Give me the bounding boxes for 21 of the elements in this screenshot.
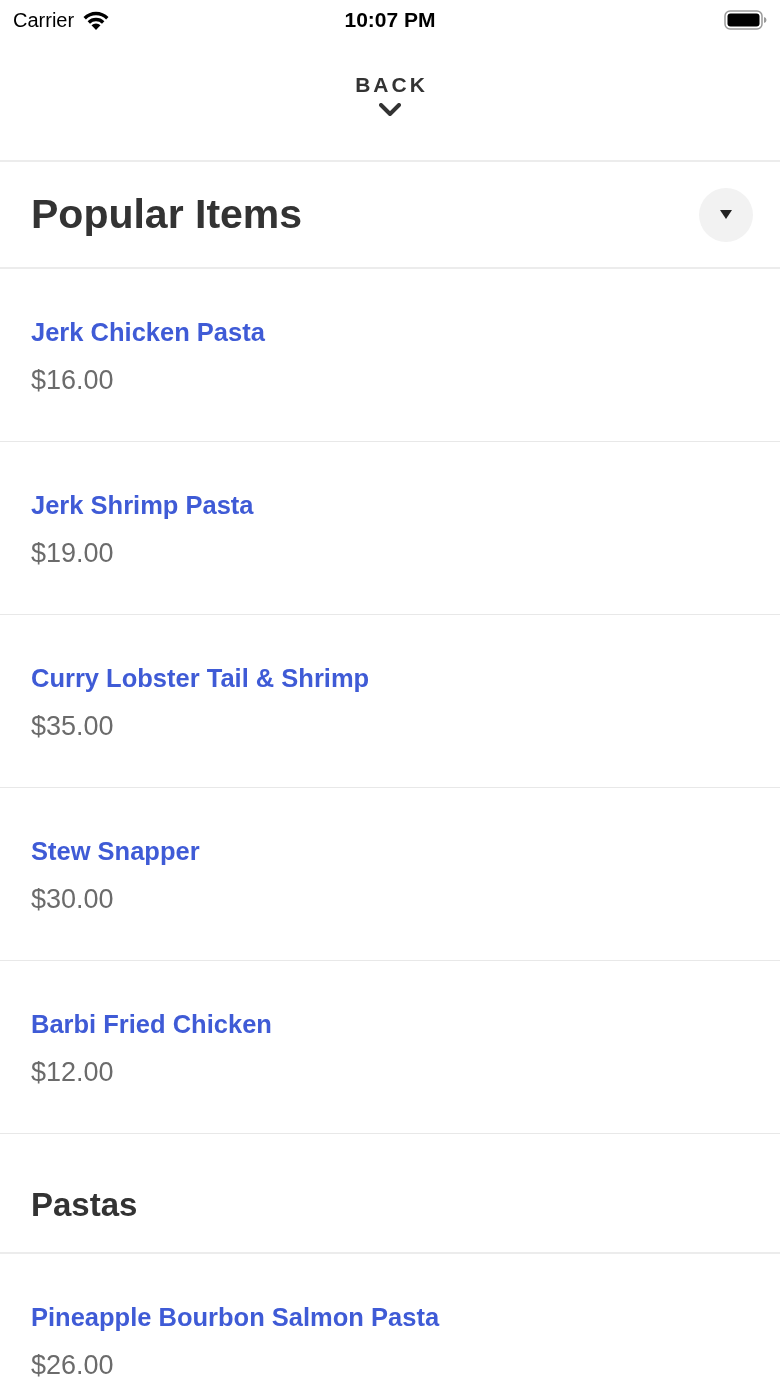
dish-name[interactable]: Jerk Chicken Pasta xyxy=(31,316,265,348)
caret-down-icon xyxy=(720,210,732,219)
dish-price: $26.00 xyxy=(31,1349,114,1381)
dish-price: $30.00 xyxy=(31,883,114,915)
section-title: Popular Items xyxy=(31,189,303,239)
dish-price: $35.00 xyxy=(31,710,114,742)
dish-name[interactable]: Stew Snapper xyxy=(31,835,200,867)
dish-name[interactable]: Jerk Shrimp Pasta xyxy=(31,489,254,521)
dish-name[interactable]: Barbi Fried Chicken xyxy=(31,1008,272,1040)
dish-price: $19.00 xyxy=(31,537,114,569)
back-button[interactable]: BACK xyxy=(352,73,428,117)
carrier-label: Carrier xyxy=(13,8,75,32)
status-time: 10:07 PM xyxy=(344,8,436,32)
dish-name[interactable]: Pineapple Bourbon Salmon Pasta xyxy=(31,1301,440,1333)
dish-name[interactable]: Curry Lobster Tail & Shrimp xyxy=(31,662,370,694)
wifi-icon xyxy=(82,10,111,30)
section-title: Pastas xyxy=(31,1185,138,1225)
battery-icon xyxy=(724,10,767,30)
dish-price: $12.00 xyxy=(31,1056,114,1088)
dish-price: $16.00 xyxy=(31,364,114,396)
chevron-down-icon xyxy=(379,103,401,117)
